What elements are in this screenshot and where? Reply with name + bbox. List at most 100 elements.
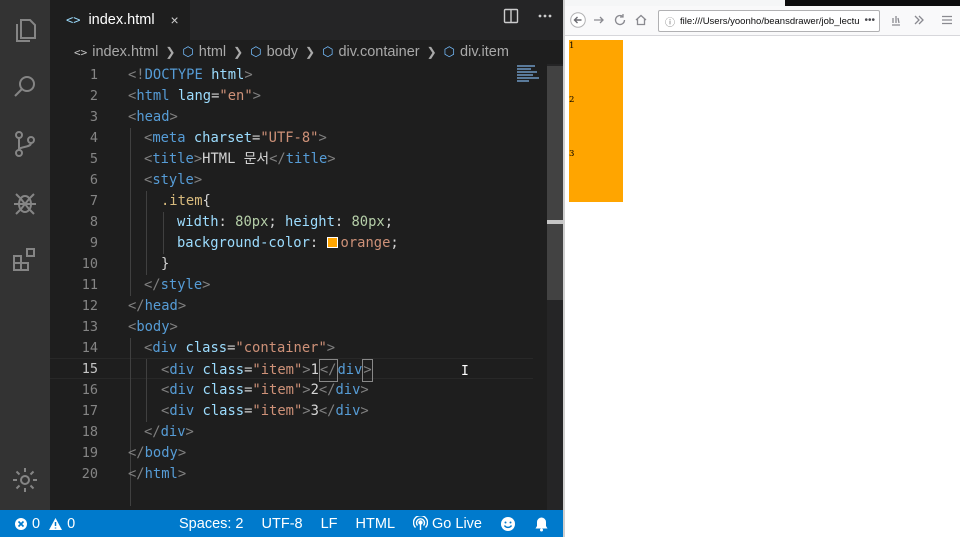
indentation-status[interactable]: Spaces: 2 xyxy=(179,516,244,532)
line-number-gutter: 1 2 3 4 5 6 7 8 9 10 11 12 13 14 15 16 1… xyxy=(50,64,102,510)
line-number: 7 xyxy=(89,193,98,209)
code-line: <head> xyxy=(128,109,178,125)
library-icon[interactable] xyxy=(887,11,905,29)
html-file-icon: <> xyxy=(66,13,81,27)
hamburger-menu-icon[interactable] xyxy=(938,11,956,29)
minimap[interactable] xyxy=(517,64,545,94)
code-line: <div class="container"> xyxy=(144,340,336,356)
code-text-area[interactable]: <!DOCTYPE html> <html lang="en"> <head> … xyxy=(128,64,513,510)
chevron-right-icon: ❯ xyxy=(165,45,176,59)
rendered-page: 1 2 3 xyxy=(565,37,960,537)
indent-guide xyxy=(130,128,131,296)
breadcrumb-file[interactable]: <> index.html xyxy=(74,44,158,60)
code-line-active: <div class="item">1</div> xyxy=(161,359,373,382)
line-number: 4 xyxy=(89,130,98,146)
indent-guide xyxy=(146,359,147,422)
forward-arrow-icon[interactable] xyxy=(590,11,608,29)
code-line: width: 80px; height: 80px; xyxy=(177,214,394,230)
code-line: .item{ xyxy=(161,193,211,209)
orange-item-box: 1 xyxy=(569,40,623,94)
bracket-match-highlight: > xyxy=(362,359,373,382)
home-icon[interactable] xyxy=(632,11,650,29)
status-bar: 0 0 Spaces: 2 UTF-8 LF HTML Go Live xyxy=(0,510,563,537)
line-number: 9 xyxy=(89,235,98,251)
line-number: 2 xyxy=(89,88,98,104)
tab-index-html[interactable]: <> index.html × xyxy=(50,0,190,40)
scrollbar-thumb[interactable] xyxy=(547,66,563,300)
back-arrow-icon[interactable] xyxy=(569,11,587,29)
breadcrumb-div-item[interactable]: ⬡ div.item xyxy=(444,44,509,60)
breadcrumb-div-container[interactable]: ⬡ div.container xyxy=(322,44,420,60)
activity-bar xyxy=(0,0,50,510)
feedback-smiley-icon[interactable] xyxy=(500,516,516,532)
bracket-match-highlight: </ xyxy=(318,359,338,382)
page-actions-menu-icon[interactable]: ••• xyxy=(861,15,875,26)
breadcrumb-body[interactable]: ⬡ body xyxy=(250,44,298,60)
eol-status[interactable]: LF xyxy=(321,516,338,532)
extensions-icon[interactable] xyxy=(9,244,41,276)
language-mode-status[interactable]: HTML xyxy=(356,516,395,532)
item-text: 2 xyxy=(569,95,575,105)
mouse-ibeam-cursor-icon: I xyxy=(461,364,469,379)
orange-item-box: 2 xyxy=(569,94,623,148)
browser-toolbar: ⓘ file:///Users/yoonho/beansdrawer/job_l… xyxy=(565,6,960,36)
line-number: 6 xyxy=(89,172,98,188)
line-number: 17 xyxy=(81,403,98,419)
url-bar[interactable]: ⓘ file:///Users/yoonho/beansdrawer/job_l… xyxy=(658,10,880,32)
code-line: </body> xyxy=(128,445,187,461)
code-editor[interactable]: 1 2 3 4 5 6 7 8 9 10 11 12 13 14 15 16 1… xyxy=(50,64,563,510)
element-cube-icon: ⬡ xyxy=(443,44,456,59)
line-number: 19 xyxy=(81,445,98,461)
warning-count: 0 xyxy=(67,515,76,532)
close-icon[interactable]: × xyxy=(171,12,179,28)
line-number: 18 xyxy=(81,424,98,440)
status-left: 0 0 xyxy=(14,516,75,532)
color-swatch[interactable] xyxy=(326,237,338,248)
line-number: 16 xyxy=(81,382,98,398)
chevron-right-icon: ❯ xyxy=(233,45,244,59)
vscode-window: <> index.html × <> index.html ❯ ⬡ html ❯ ⬡… xyxy=(0,0,563,537)
line-number: 13 xyxy=(81,319,98,335)
code-line: </style> xyxy=(144,277,211,293)
browser-window: ⓘ file:///Users/yoonho/beansdrawer/job_l… xyxy=(565,0,960,537)
overflow-chevrons-icon[interactable] xyxy=(910,11,928,29)
error-icon xyxy=(15,517,27,530)
scrollbar-cursor-marker xyxy=(547,220,563,224)
encoding-status[interactable]: UTF-8 xyxy=(262,516,303,532)
code-line: <html lang="en"> xyxy=(128,88,261,104)
code-line: background-color: orange; xyxy=(177,235,399,251)
line-number: 10 xyxy=(81,256,98,272)
go-live-button[interactable]: Go Live xyxy=(413,516,482,532)
breadcrumb-html[interactable]: ⬡ html xyxy=(182,44,226,60)
source-control-icon[interactable] xyxy=(9,128,41,160)
line-number: 14 xyxy=(81,340,98,356)
broadcast-icon xyxy=(413,516,429,530)
tab-label: index.html xyxy=(88,12,155,28)
settings-gear-icon[interactable] xyxy=(9,464,41,496)
reload-icon[interactable] xyxy=(611,11,629,29)
item-text: 3 xyxy=(569,149,575,159)
code-line: </head> xyxy=(128,298,187,314)
vertical-scrollbar[interactable] xyxy=(547,64,563,510)
more-actions-icon[interactable] xyxy=(537,8,553,24)
element-cube-icon: ⬡ xyxy=(322,44,334,59)
html-file-icon: <> xyxy=(74,45,88,59)
page-info-icon[interactable]: ⓘ xyxy=(665,14,675,29)
chevron-right-icon: ❯ xyxy=(305,45,316,59)
code-line: } xyxy=(161,256,170,272)
code-line: <div class="item">2</div> xyxy=(161,382,369,398)
element-cube-icon: ⬡ xyxy=(250,44,262,59)
indent-guide xyxy=(163,212,164,254)
line-number: 5 xyxy=(89,151,98,167)
notifications-bell-icon[interactable] xyxy=(534,516,549,532)
explorer-files-icon[interactable] xyxy=(9,14,41,46)
editor-actions xyxy=(503,8,553,24)
search-icon[interactable] xyxy=(9,71,41,103)
split-editor-icon[interactable] xyxy=(503,8,519,24)
breadcrumb: <> index.html ❯ ⬡ html ❯ ⬡ body ❯ ⬡ div.cont… xyxy=(50,40,563,64)
problems-indicator[interactable]: 0 0 xyxy=(14,516,75,532)
line-number-active: 15 xyxy=(81,361,98,377)
debug-bug-icon[interactable] xyxy=(9,186,41,218)
go-live-label: Go Live xyxy=(432,515,482,532)
code-line: <style> xyxy=(144,172,203,188)
